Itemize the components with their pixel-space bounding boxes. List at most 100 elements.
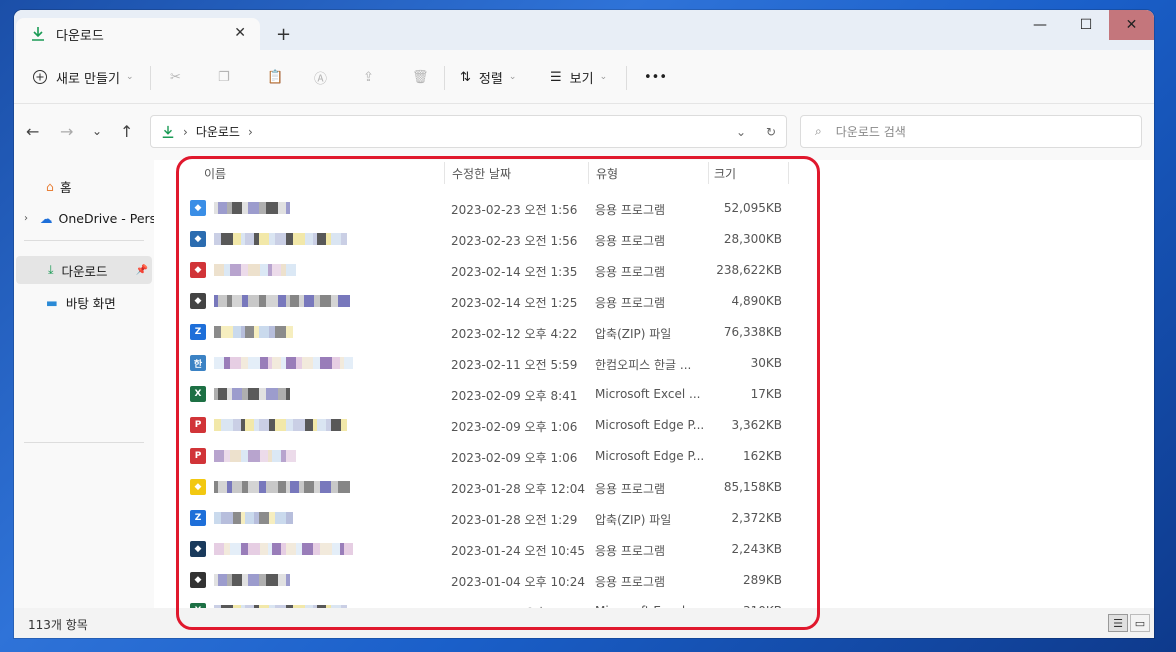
column-divider[interactable] bbox=[444, 162, 445, 184]
copy-button[interactable]: ❐ bbox=[218, 50, 230, 104]
back-icon[interactable]: ← bbox=[26, 122, 39, 141]
file-type: 응용 프로그램 bbox=[595, 203, 666, 217]
file-date: 2023-02-14 오전 1:35 bbox=[451, 265, 578, 279]
refresh-icon[interactable]: ↻ bbox=[766, 125, 776, 139]
file-row[interactable]: P 2023-02-09 오후 1:06 Microsoft Edge P... 16… bbox=[190, 441, 810, 472]
column-header-name[interactable]: 이름 bbox=[204, 162, 226, 184]
desktop-icon: ▬ bbox=[46, 294, 58, 310]
file-row[interactable]: ◆ 2023-02-23 오전 1:56 응용 프로그램 52,095KB bbox=[190, 193, 810, 224]
details-view-button[interactable]: ☰ bbox=[1108, 614, 1128, 632]
divider bbox=[24, 442, 144, 443]
file-size: 4,890KB bbox=[731, 294, 782, 308]
download-icon bbox=[162, 125, 174, 138]
file-row[interactable]: P 2023-02-09 오후 1:06 Microsoft Edge P... 3,… bbox=[190, 410, 810, 441]
app-icon: ◆ bbox=[190, 293, 206, 309]
column-divider[interactable] bbox=[708, 162, 709, 184]
file-name-obscured bbox=[214, 574, 290, 586]
tab-close-icon[interactable]: ✕ bbox=[234, 25, 246, 41]
nav-item-onedrive[interactable]: › ☁ OneDrive - Pers bbox=[14, 204, 156, 232]
file-type: 응용 프로그램 bbox=[595, 544, 666, 558]
view-button[interactable]: ☰ 보기 ⌄ bbox=[550, 50, 607, 104]
column-header-size[interactable]: 크기 bbox=[714, 162, 736, 184]
download-icon bbox=[32, 27, 44, 41]
rename-button[interactable]: Ⓐ bbox=[314, 50, 327, 104]
file-size: 2,372KB bbox=[731, 511, 782, 525]
search-input[interactable]: ⌕ 다운로드 검색 bbox=[800, 115, 1142, 148]
column-header-date[interactable]: 수정한 날짜 bbox=[452, 162, 511, 184]
tiles-view-button[interactable]: ▭ bbox=[1130, 614, 1150, 632]
nav-item-downloads[interactable]: ⤓ 다운로드 📌 bbox=[16, 256, 152, 284]
file-name-obscured bbox=[214, 295, 350, 307]
explorer-window: 다운로드 ✕ + — ☐ ✕ 새로 만들기 ⌄ ✂ ❐ 📋 Ⓐ ⇪ 🗑 ⇅ 정렬… bbox=[14, 10, 1154, 638]
nav-label: 홈 bbox=[59, 179, 72, 195]
forward-icon[interactable]: → bbox=[60, 122, 73, 141]
file-size: 28,300KB bbox=[723, 232, 782, 246]
recent-chevron-icon[interactable]: ⌄ bbox=[92, 124, 102, 138]
minimize-button[interactable]: — bbox=[1017, 10, 1063, 40]
up-icon[interactable]: ↑ bbox=[120, 122, 133, 141]
file-row[interactable]: ◆ 2023-02-14 오전 1:35 응용 프로그램 238,622KB bbox=[190, 255, 810, 286]
navigation-pane: ⌂ 홈 › ☁ OneDrive - Pers ⤓ 다운로드 📌 ▬ 바탕 화면 bbox=[14, 160, 156, 608]
file-row[interactable]: Z 2023-02-12 오후 4:22 압축(ZIP) 파일 76,338KB bbox=[190, 317, 810, 348]
close-button[interactable]: ✕ bbox=[1109, 10, 1154, 40]
new-button[interactable]: 새로 만들기 ⌄ bbox=[32, 50, 133, 104]
nav-item-desktop[interactable]: ▬ 바탕 화면 bbox=[14, 288, 152, 316]
add-circle-icon bbox=[33, 70, 47, 84]
file-type: 응용 프로그램 bbox=[595, 296, 666, 310]
file-row[interactable]: X 2023-02-09 오후 8:41 Microsoft Excel ... 17… bbox=[190, 379, 810, 410]
share-button[interactable]: ⇪ bbox=[363, 50, 374, 104]
hwp-icon: 한 bbox=[190, 355, 206, 371]
file-date: 2023-02-23 오전 1:56 bbox=[451, 203, 578, 217]
tab-downloads[interactable]: 다운로드 ✕ bbox=[16, 18, 260, 50]
file-type: 응용 프로그램 bbox=[595, 234, 666, 248]
file-row[interactable]: ◆ 2023-01-04 오후 10:24 응용 프로그램 289KB bbox=[190, 565, 810, 596]
maximize-button[interactable]: ☐ bbox=[1063, 10, 1109, 40]
sort-label: 정렬 bbox=[478, 71, 503, 87]
nav-item-home[interactable]: ⌂ 홈 bbox=[14, 172, 152, 200]
file-row[interactable]: ◆ 2023-01-28 오후 12:04 응용 프로그램 85,158KB bbox=[190, 472, 810, 503]
cut-button[interactable]: ✂ bbox=[170, 50, 181, 104]
file-row[interactable]: Z 2023-01-28 오전 1:29 압축(ZIP) 파일 2,372KB bbox=[190, 503, 810, 534]
pin-icon[interactable]: 📌 bbox=[136, 265, 148, 276]
share-icon: ⇪ bbox=[363, 69, 374, 85]
column-divider[interactable] bbox=[788, 162, 789, 184]
file-size: 3,362KB bbox=[731, 418, 782, 432]
column-header-type[interactable]: 유형 bbox=[596, 162, 618, 184]
file-type: 응용 프로그램 bbox=[595, 482, 666, 496]
list-view-icon: ☰ bbox=[1113, 616, 1123, 630]
file-row[interactable]: ◆ 2023-02-23 오전 1:56 응용 프로그램 28,300KB bbox=[190, 224, 810, 255]
new-tab-button[interactable]: + bbox=[276, 24, 291, 45]
breadcrumb-downloads[interactable]: 다운로드 bbox=[196, 123, 240, 140]
excel-icon: X bbox=[190, 386, 206, 402]
address-dropdown-icon[interactable]: ⌄ bbox=[736, 125, 746, 139]
home-icon: ⌂ bbox=[46, 178, 54, 194]
address-bar[interactable]: › 다운로드 › ⌄ ↻ bbox=[150, 115, 787, 148]
file-row[interactable]: ◆ 2023-01-24 오전 10:45 응용 프로그램 2,243KB bbox=[190, 534, 810, 565]
app-icon: ◆ bbox=[190, 572, 206, 588]
nav-label: 바탕 화면 bbox=[65, 295, 116, 311]
paste-button[interactable]: 📋 bbox=[267, 50, 283, 104]
file-name-obscured bbox=[214, 233, 347, 245]
file-name-obscured bbox=[214, 264, 296, 276]
pdf-icon: P bbox=[190, 417, 206, 433]
delete-button[interactable]: 🗑 bbox=[412, 50, 429, 104]
file-name-obscured bbox=[214, 450, 296, 462]
column-divider[interactable] bbox=[588, 162, 589, 184]
file-row[interactable]: ◆ 2023-02-14 오전 1:25 응용 프로그램 4,890KB bbox=[190, 286, 810, 317]
file-type: 압축(ZIP) 파일 bbox=[595, 513, 672, 527]
sort-icon: ⇅ bbox=[460, 69, 471, 85]
sort-button[interactable]: ⇅ 정렬 ⌄ bbox=[460, 50, 516, 104]
file-date: 2023-01-28 오후 12:04 bbox=[451, 482, 586, 496]
app-icon: ◆ bbox=[190, 231, 206, 247]
nav-label: OneDrive - Pers bbox=[58, 210, 157, 226]
download-icon: ⤓ bbox=[48, 262, 54, 277]
chevron-down-icon: ⌄ bbox=[599, 72, 608, 82]
address-row: ← → ⌄ ↑ › 다운로드 › ⌄ ↻ ⌕ 다운로드 검색 bbox=[14, 104, 1154, 160]
file-date: 2023-02-12 오후 4:22 bbox=[451, 327, 578, 341]
app-icon: ◆ bbox=[190, 262, 206, 278]
more-options-button[interactable]: ••• bbox=[644, 50, 667, 104]
file-name-obscured bbox=[214, 481, 350, 493]
file-size: 238,622KB bbox=[716, 263, 782, 277]
expand-chevron-icon[interactable]: › bbox=[24, 213, 28, 224]
file-row[interactable]: 한 2023-02-11 오전 5:59 한컴오피스 한글 ... 30KB bbox=[190, 348, 810, 379]
